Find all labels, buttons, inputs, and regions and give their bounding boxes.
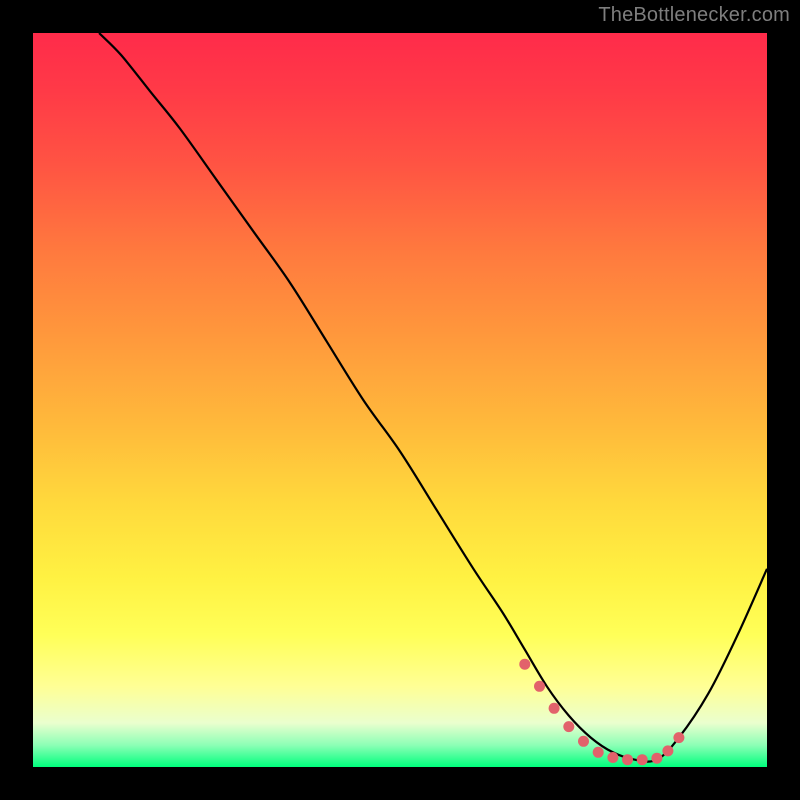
optimal-dot: [593, 747, 604, 758]
plot-area: [33, 33, 767, 767]
chart-container: TheBottlenecker.com: [0, 0, 800, 800]
optimal-dot: [549, 703, 560, 714]
optimal-dot: [622, 754, 633, 765]
optimal-dot: [519, 659, 530, 670]
attribution-text: TheBottlenecker.com: [598, 4, 790, 27]
optimal-dot: [651, 753, 662, 764]
optimal-dot: [578, 736, 589, 747]
optimal-range-dots: [519, 659, 684, 766]
optimal-dot: [673, 732, 684, 743]
optimal-dot: [607, 752, 618, 763]
optimal-dot: [662, 745, 673, 756]
bottleneck-curve: [99, 33, 767, 762]
optimal-dot: [563, 721, 574, 732]
optimal-dot: [534, 681, 545, 692]
curve-svg: [33, 33, 767, 767]
optimal-dot: [637, 754, 648, 765]
